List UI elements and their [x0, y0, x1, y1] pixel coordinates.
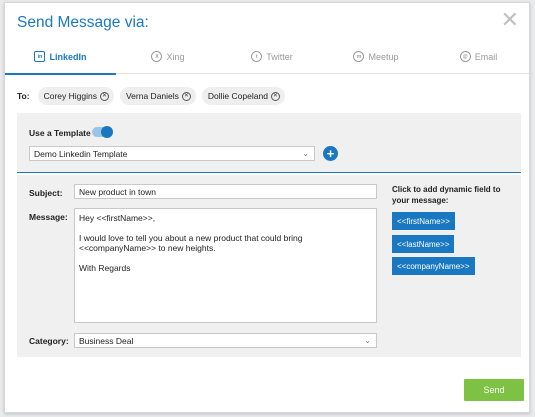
tab-email[interactable]: @ Email — [428, 39, 529, 74]
tab-meetup[interactable]: m Meetup — [324, 39, 428, 74]
remove-icon[interactable]: ✕ — [270, 91, 280, 101]
tab-label: Meetup — [368, 51, 399, 62]
category-select-value: Business Deal — [79, 335, 134, 346]
recipient-name: Verna Daniels — [125, 91, 179, 101]
template-panel: Use a Template Demo Linkedin Template ⌄ … — [17, 113, 521, 173]
remove-icon[interactable]: ✕ — [181, 91, 191, 101]
twitter-icon: t — [251, 51, 263, 62]
meetup-icon: m — [353, 51, 365, 62]
chevron-down-icon: ⌄ — [364, 336, 371, 345]
template-select[interactable]: Demo Linkedin Template ⌄ — [29, 146, 315, 161]
tab-label: LinkedIn — [49, 51, 87, 62]
dynamic-field-companyname-button[interactable]: <<companyName>> — [392, 257, 475, 275]
send-message-dialog: Send Message via: ✕ in LinkedIn X Xing t… — [4, 2, 530, 413]
toggle-knob — [101, 126, 113, 138]
remove-icon[interactable]: ✕ — [99, 91, 109, 101]
tab-label: Email — [474, 51, 498, 62]
channel-tabs: in LinkedIn X Xing t Twitter m Meetup @ … — [5, 39, 529, 75]
message-textarea[interactable]: Hey <<firstName>>, I would love to tell … — [74, 208, 377, 323]
xing-icon: X — [151, 51, 163, 62]
category-select[interactable]: Business Deal ⌄ — [74, 333, 377, 348]
email-icon: @ — [459, 51, 471, 62]
to-label: To: — [17, 91, 30, 101]
tab-linkedin[interactable]: in LinkedIn — [5, 39, 116, 75]
recipient-chip: Dollie Copeland ✕ — [201, 87, 285, 105]
add-template-button[interactable]: + — [323, 146, 338, 161]
recipient-chip: Corey Higgins ✕ — [37, 87, 114, 105]
template-toggle[interactable] — [92, 126, 113, 138]
linkedin-icon: in — [34, 51, 46, 62]
message-label: Message: — [29, 212, 68, 222]
dynamic-field-lastname-button[interactable]: <<lastName>> — [392, 235, 455, 253]
dialog-title: Send Message via: — [17, 14, 149, 31]
tab-label: Twitter — [266, 51, 293, 62]
tab-xing[interactable]: X Xing — [116, 39, 220, 74]
recipient-name: Dollie Copeland — [207, 91, 268, 101]
dynamic-field-firstname-button[interactable]: <<firstName>> — [392, 212, 455, 230]
message-panel: Subject: New product in town Message: He… — [17, 175, 521, 357]
category-label: Category: — [29, 336, 69, 346]
recipients-row: To: Corey Higgins ✕ Verna Daniels ✕ Doll… — [17, 87, 285, 105]
use-template-label: Use a Template — [29, 128, 91, 138]
recipient-chip: Verna Daniels ✕ — [119, 87, 196, 105]
dynamic-field-heading: Click to add dynamic field to your messa… — [392, 185, 501, 205]
message-line: I would love to tell you about a new pro… — [79, 232, 303, 254]
subject-label: Subject: — [29, 188, 63, 198]
subject-input[interactable]: New product in town — [74, 184, 377, 199]
recipient-name: Corey Higgins — [43, 91, 97, 101]
close-icon[interactable]: ✕ — [501, 9, 519, 31]
tab-twitter[interactable]: t Twitter — [220, 39, 324, 74]
template-select-value: Demo Linkedin Template — [34, 148, 128, 159]
send-button[interactable]: Send — [464, 379, 524, 401]
message-line: Hey <<firstName>>, — [79, 213, 156, 223]
message-line: With Regards — [79, 262, 131, 273]
chevron-down-icon: ⌄ — [302, 149, 309, 158]
tab-label: Xing — [166, 51, 185, 62]
